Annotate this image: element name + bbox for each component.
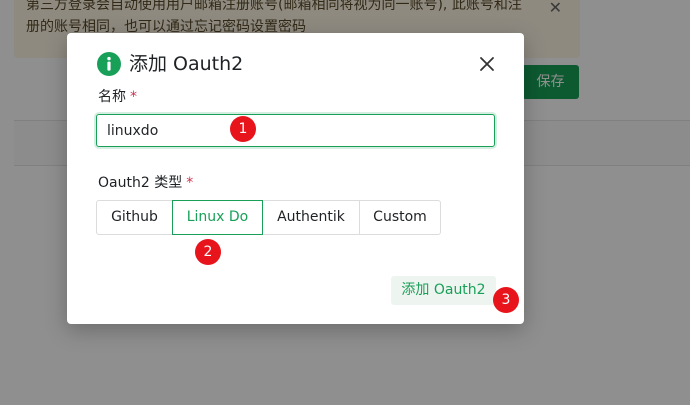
type-option-linux-do[interactable]: Linux Do bbox=[172, 200, 263, 235]
type-option-custom[interactable]: Custom bbox=[359, 200, 441, 235]
add-oauth2-button[interactable]: 添加 Oauth2 bbox=[391, 276, 496, 305]
dialog-title: 添加 Oauth2 bbox=[129, 53, 244, 75]
name-required-mark: * bbox=[130, 89, 137, 105]
screen: 第三方登录会自动使用用户邮箱注册账号(邮箱相同将视为同一账号), 此账号和注 册… bbox=[0, 0, 690, 405]
step-marker-2: 2 bbox=[195, 239, 221, 265]
type-label: Oauth2 类型 * bbox=[98, 174, 193, 192]
add-oauth2-dialog: 添加 Oauth2 名称* Oauth2 类型* Github Linux Do… bbox=[67, 33, 524, 324]
type-option-github[interactable]: Github bbox=[96, 200, 173, 235]
step-marker-3: 3 bbox=[493, 287, 519, 313]
name-label: 名称 * bbox=[98, 88, 137, 106]
name-label-text: 名称 bbox=[98, 89, 126, 105]
close-icon[interactable] bbox=[478, 55, 496, 73]
name-input[interactable] bbox=[96, 114, 495, 147]
oauth2-type-selector: Github Linux Do Authentik Custom bbox=[96, 200, 441, 235]
step-marker-1: 1 bbox=[230, 116, 256, 142]
dialog-header: 添加 Oauth2 bbox=[97, 52, 494, 78]
type-option-authentik[interactable]: Authentik bbox=[262, 200, 360, 235]
type-required-mark: * bbox=[186, 175, 194, 191]
info-icon bbox=[97, 52, 121, 76]
type-label-text: Oauth2 类型 bbox=[98, 175, 183, 191]
